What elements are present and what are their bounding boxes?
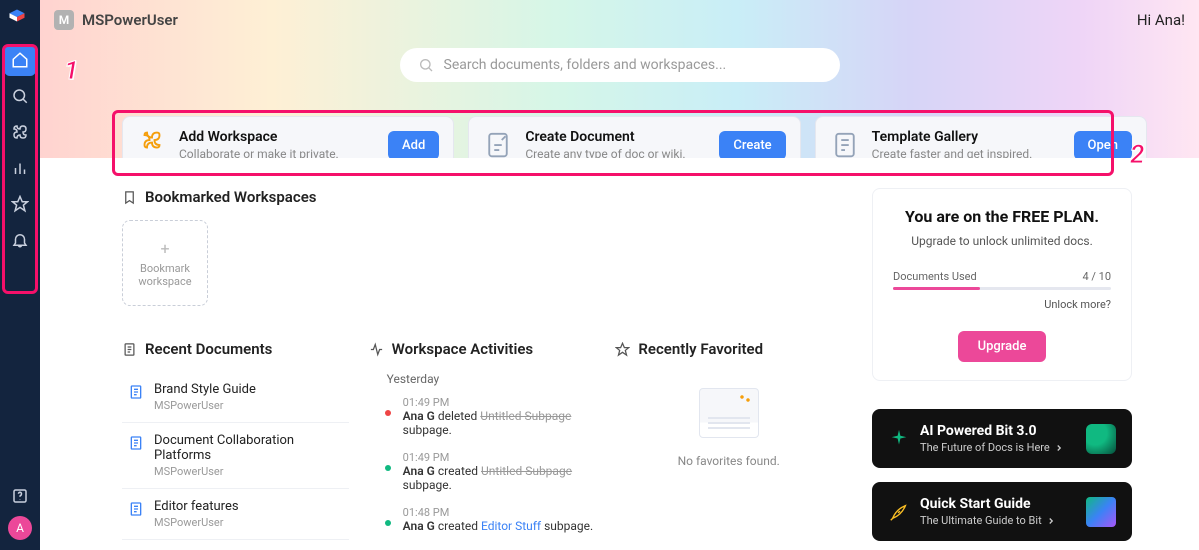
doc-title: Editor features xyxy=(154,499,239,514)
doc-sub: MSPowerUser xyxy=(154,516,239,529)
doc-sub: MSPowerUser xyxy=(154,465,343,478)
activity-dot-icon xyxy=(385,410,391,416)
unlock-more-link[interactable]: Unlock more? xyxy=(893,298,1111,311)
template-gallery-icon xyxy=(830,130,860,160)
right-column: You are on the FREE PLAN. Upgrade to unl… xyxy=(872,188,1132,550)
create-button[interactable]: Create xyxy=(719,131,785,160)
search-input[interactable]: Search documents, folders and workspaces… xyxy=(400,48,840,82)
recent-document-item[interactable]: Document Collaboration Platforms MSPowerU… xyxy=(122,423,349,489)
annotation-number-2: 2 xyxy=(1130,140,1144,170)
sidebar-item-workspaces[interactable] xyxy=(4,116,36,148)
documents-used-label: Documents Used xyxy=(893,270,977,283)
plan-card: You are on the FREE PLAN. Upgrade to unl… xyxy=(872,188,1132,381)
bookmark-icon xyxy=(122,190,137,205)
workspace-name[interactable]: MSPowerUser xyxy=(82,11,178,29)
sidebar-item-notifications[interactable] xyxy=(4,224,36,256)
add-workspace-title: Add Workspace xyxy=(179,129,376,145)
bookmark-placeholder-line2: workspace xyxy=(138,275,191,288)
create-document-icon xyxy=(483,130,513,160)
document-icon xyxy=(128,435,144,451)
promo-graphic-1 xyxy=(1086,424,1116,454)
document-icon xyxy=(128,501,144,517)
activity-message: Ana G deleted Untitled Subpage subpage. xyxy=(403,409,596,437)
recent-document-item[interactable]: Brand Style Guide MSPowerUser xyxy=(122,372,349,423)
favorited-column: Recently Favorited No favorites found. xyxy=(615,340,842,550)
plus-icon: + xyxy=(160,239,169,258)
favorited-title: Recently Favorited xyxy=(638,340,763,358)
activity-dot-icon xyxy=(385,465,391,471)
promo-ai-title: AI Powered Bit 3.0 xyxy=(920,423,1078,439)
recent-documents-column: Recent Documents Brand Style Guide MSPowe… xyxy=(122,340,349,550)
search-icon xyxy=(418,57,434,73)
rocket-icon xyxy=(888,501,910,523)
recent-document-item[interactable]: Editor features MSPowerUser xyxy=(122,489,349,540)
document-icon xyxy=(128,384,144,400)
chevron-right-icon xyxy=(1054,443,1064,453)
sidebar-item-analytics[interactable] xyxy=(4,152,36,184)
usage-bar xyxy=(893,287,1111,290)
plan-subtitle: Upgrade to unlock unlimited docs. xyxy=(893,234,1111,248)
search-placeholder: Search documents, folders and workspaces… xyxy=(444,57,727,73)
recent-document-item[interactable]: Editor Stuff xyxy=(122,540,349,550)
doc-sub: MSPowerUser xyxy=(154,399,256,412)
promo-quickstart[interactable]: Quick Start Guide The Ultimate Guide to … xyxy=(872,482,1132,541)
sidebar-item-help[interactable] xyxy=(4,480,36,512)
create-document-title: Create Document xyxy=(525,129,707,145)
sparkle-icon xyxy=(888,428,910,450)
activities-title: Workspace Activities xyxy=(392,340,533,358)
activity-item: 01:49 PM Ana G created Untitled Subpage … xyxy=(369,447,596,502)
activity-dot-icon xyxy=(385,520,391,526)
activities-column: Workspace Activities Yesterday 01:49 PM … xyxy=(369,340,596,550)
no-favorites-text: No favorites found. xyxy=(615,454,842,468)
activity-time: 01:48 PM xyxy=(403,506,594,519)
app-logo-icon[interactable] xyxy=(8,8,32,32)
sidebar-item-home[interactable] xyxy=(4,44,36,76)
promo-graphic-2 xyxy=(1086,497,1116,527)
promo-ai-bit[interactable]: AI Powered Bit 3.0 The Future of Docs is… xyxy=(872,409,1132,468)
sidebar-item-bookmarks[interactable] xyxy=(4,188,36,220)
activity-item: 01:49 PM Ana G deleted Untitled Subpage … xyxy=(369,392,596,447)
activity-day-label: Yesterday xyxy=(387,372,596,386)
sidebar-item-search[interactable] xyxy=(4,80,36,112)
sidebar: A xyxy=(0,0,40,550)
activity-message: Ana G created Untitled Subpage subpage. xyxy=(403,464,596,492)
activity-item: 01:48 PM Ana G created Editor Stuff subp… xyxy=(369,502,596,543)
template-gallery-title: Template Gallery xyxy=(872,129,1062,145)
open-button[interactable]: Open xyxy=(1074,131,1132,160)
activity-time: 01:49 PM xyxy=(403,451,596,464)
bookmark-placeholder-line1: Bookmark xyxy=(140,262,190,275)
top-bar: M MSPowerUser Hi Ana! xyxy=(54,10,1185,30)
greeting-text: Hi Ana! xyxy=(1137,11,1185,29)
upgrade-button[interactable]: Upgrade xyxy=(958,331,1047,362)
content-area: Bookmarked Workspaces + Bookmark workspa… xyxy=(40,158,1199,550)
bookmarked-section-title: Bookmarked Workspaces xyxy=(145,188,316,206)
annotation-number-1: 1 xyxy=(64,56,78,86)
doc-title: Document Collaboration Platforms xyxy=(154,433,343,463)
plan-title: You are on the FREE PLAN. xyxy=(893,207,1111,226)
documents-used-value: 4 / 10 xyxy=(1082,270,1111,283)
recent-documents-title: Recent Documents xyxy=(145,340,272,358)
add-button[interactable]: Add xyxy=(388,131,439,160)
workspace-badge[interactable]: M xyxy=(54,10,74,30)
bookmark-workspace-button[interactable]: + Bookmark workspace xyxy=(122,220,208,306)
activity-message: Ana G created Editor Stuff subpage. xyxy=(403,519,594,533)
promo-guide-title: Quick Start Guide xyxy=(920,496,1078,512)
activity-time: 01:49 PM xyxy=(403,396,596,409)
hero-header: M MSPowerUser Hi Ana! Search documents, … xyxy=(40,0,1199,158)
promo-guide-sub: The Ultimate Guide to Bit xyxy=(920,514,1042,527)
empty-favorites-icon xyxy=(699,388,759,438)
main-area: M MSPowerUser Hi Ana! Search documents, … xyxy=(40,0,1199,550)
doc-title: Brand Style Guide xyxy=(154,382,256,397)
activity-icon xyxy=(369,342,384,357)
add-workspace-icon xyxy=(137,130,167,160)
left-column: Bookmarked Workspaces + Bookmark workspa… xyxy=(122,188,842,550)
chevron-right-icon xyxy=(1046,516,1056,526)
promo-ai-sub: The Future of Docs is Here xyxy=(920,441,1050,454)
user-avatar[interactable]: A xyxy=(8,516,32,540)
document-icon xyxy=(122,342,137,357)
star-icon xyxy=(615,342,630,357)
